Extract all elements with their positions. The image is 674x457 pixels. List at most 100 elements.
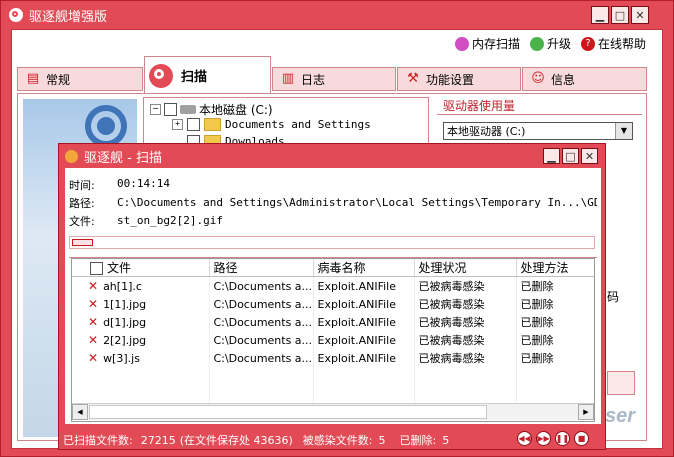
dialog-close-button[interactable]: ✕ — [581, 148, 598, 164]
dialog-minimize-button[interactable]: ▁ — [543, 148, 560, 164]
close-button[interactable]: ✕ — [631, 6, 649, 24]
brand-watermark: ser — [605, 405, 636, 427]
tab-general[interactable]: ▤ 常规 — [17, 67, 143, 91]
tab-log-label: 日志 — [301, 72, 326, 87]
tab-scan[interactable]: 扫描 — [144, 56, 271, 94]
memory-scan-link[interactable]: 内存扫描 — [455, 35, 520, 52]
pause-icon: ❚❚ — [555, 434, 570, 443]
scroll-left-icon[interactable]: ◀ — [72, 404, 88, 420]
tab-general-label: 常规 — [46, 72, 71, 87]
action-cell: 已删除 — [516, 276, 594, 295]
maximize-button[interactable]: □ — [611, 6, 629, 24]
action-cell: 已删除 — [516, 349, 594, 367]
status-cell: 已被病毒感染 — [414, 349, 517, 367]
maximize-icon: □ — [565, 149, 576, 163]
action-cell: 已删除 — [516, 295, 594, 313]
folder-icon — [204, 118, 221, 131]
dialog-titlebar[interactable]: 驱逐舰 - 扫描 — [59, 144, 605, 168]
info-person-icon: ☺ — [531, 71, 545, 86]
close-icon: ✕ — [584, 149, 595, 163]
upgrade-icon — [530, 36, 545, 51]
scan-tab-icon — [149, 63, 173, 88]
deleted-count: 5 — [442, 433, 450, 447]
scrollbar-thumb[interactable] — [89, 405, 487, 419]
saved-note: (在文件保存处 43636) — [179, 434, 293, 447]
obscured-button[interactable] — [607, 371, 635, 395]
scanned-count: 27215 — [140, 433, 176, 447]
column-header-action[interactable]: 处理方法 — [516, 259, 594, 277]
results-table: 文件 路径 病毒名称 处理状况 处理方法 ✕ ah[1].c C:\Document… — [71, 258, 595, 422]
tab-settings[interactable]: ⚒ 功能设置 — [397, 67, 521, 91]
file-name: w[3].js — [103, 352, 140, 365]
file-cell: ✕ 1[1].jpg — [72, 295, 210, 313]
file-cell: ✕ ah[1].c — [72, 276, 210, 295]
tab-log[interactable]: ▥ 日志 — [272, 67, 396, 91]
general-icon: ▤ — [26, 71, 40, 86]
top-links: 内存扫描 升级 ? 在线帮助 — [455, 35, 646, 52]
dialog-window-controls: ▁ □ ✕ — [543, 148, 598, 164]
upgrade-link[interactable]: 升级 — [530, 35, 571, 52]
fast-forward-icon: ▶▶ — [537, 434, 550, 443]
table-row[interactable]: ✕ w[3].js C:\Documents a... Exploit.ANIFile… — [72, 349, 594, 367]
file-name: d[1].jpg — [103, 316, 147, 329]
infected-x-icon: ✕ — [88, 333, 99, 347]
path-cell: C:\Documents a... — [209, 313, 314, 331]
chevron-down-icon[interactable]: ▼ — [615, 123, 632, 139]
infected-x-icon: ✕ — [88, 315, 99, 329]
scroll-right-icon[interactable]: ▶ — [578, 404, 594, 420]
collapse-icon[interactable]: − — [150, 104, 161, 115]
results-grid: 文件 路径 病毒名称 处理状况 处理方法 ✕ ah[1].c C:\Document… — [72, 259, 594, 403]
table-row[interactable]: ✕ 1[1].jpg C:\Documents a... Exploit.ANIFil… — [72, 295, 594, 313]
status-cell: 已被病毒感染 — [414, 295, 517, 313]
infected-count: 5 — [378, 433, 386, 447]
table-row[interactable]: ✕ d[1].jpg C:\Documents a... Exploit.ANIFil… — [72, 313, 594, 331]
dialog-maximize-button[interactable]: □ — [562, 148, 579, 164]
main-titlebar[interactable]: 驱逐舰增强版 — [1, 1, 673, 29]
minimize-button[interactable]: ▁ — [591, 6, 609, 24]
rewind-button[interactable]: ◀◀ — [517, 431, 532, 446]
column-header-file[interactable]: 文件 — [72, 259, 210, 277]
select-all-checkbox[interactable] — [90, 262, 103, 275]
fast-forward-button[interactable]: ▶▶ — [536, 431, 551, 446]
tab-scan-label: 扫描 — [181, 70, 208, 85]
drive-usage-title: 驱动器使用量 — [443, 99, 516, 113]
path-value: C:\Documents and Settings\Administrator\… — [117, 196, 597, 209]
tree-root-checkbox[interactable] — [164, 103, 177, 116]
tree-item[interactable]: + Documents and Settings — [172, 118, 371, 131]
divider — [437, 114, 642, 115]
wrench-icon: ⚒ — [407, 71, 419, 86]
file-name: 1[1].jpg — [103, 298, 147, 311]
results-header-row: 文件 路径 病毒名称 处理状况 处理方法 — [72, 259, 594, 277]
dialog-title: 驱逐舰 - 扫描 — [84, 150, 162, 166]
action-cell: 已删除 — [516, 331, 594, 349]
time-value: 00:14:14 — [117, 177, 170, 190]
memory-scan-icon — [455, 36, 469, 51]
scan-progress-fill — [72, 239, 93, 246]
infected-x-icon: ✕ — [88, 351, 99, 365]
scan-dialog: 驱逐舰 - 扫描 ▁ □ ✕ 时间: 00:14:14 路径: C:\Docum… — [58, 143, 606, 450]
column-header-path[interactable]: 路径 — [209, 259, 314, 277]
app-logo-icon — [9, 8, 23, 22]
column-header-virus-name[interactable]: 病毒名称 — [313, 259, 415, 277]
tree-item-checkbox[interactable] — [187, 118, 200, 131]
file-name: 2[2].jpg — [103, 334, 147, 347]
action-cell: 已删除 — [516, 313, 594, 331]
tab-info[interactable]: ☺ 信息 — [522, 67, 647, 91]
status-cell: 已被病毒感染 — [414, 331, 517, 349]
expand-icon[interactable]: + — [172, 119, 183, 130]
log-icon: ▥ — [281, 71, 295, 86]
pause-button[interactable]: ❚❚ — [555, 431, 570, 446]
tree-root[interactable]: − 本地磁盘 (C:) — [150, 101, 273, 118]
table-row[interactable]: ✕ ah[1].c C:\Documents a... Exploit.ANIFile… — [72, 276, 594, 295]
path-cell: C:\Documents a... — [209, 276, 314, 295]
drive-select[interactable]: 本地驱动器 (C:) ▼ — [443, 122, 633, 140]
tab-settings-label: 功能设置 — [426, 72, 475, 87]
file-label: 文件: — [69, 215, 95, 228]
online-help-link[interactable]: ? 在线帮助 — [581, 35, 646, 52]
column-header-status[interactable]: 处理状况 — [414, 259, 517, 277]
infected-label: 被感染文件数: — [302, 434, 373, 447]
horizontal-scrollbar[interactable]: ◀ ▶ — [72, 403, 594, 420]
table-row[interactable]: ✕ 2[2].jpg C:\Documents a... Exploit.ANIFil… — [72, 331, 594, 349]
stop-button[interactable]: ■ — [574, 431, 589, 446]
app-title: 驱逐舰增强版 — [29, 9, 108, 25]
